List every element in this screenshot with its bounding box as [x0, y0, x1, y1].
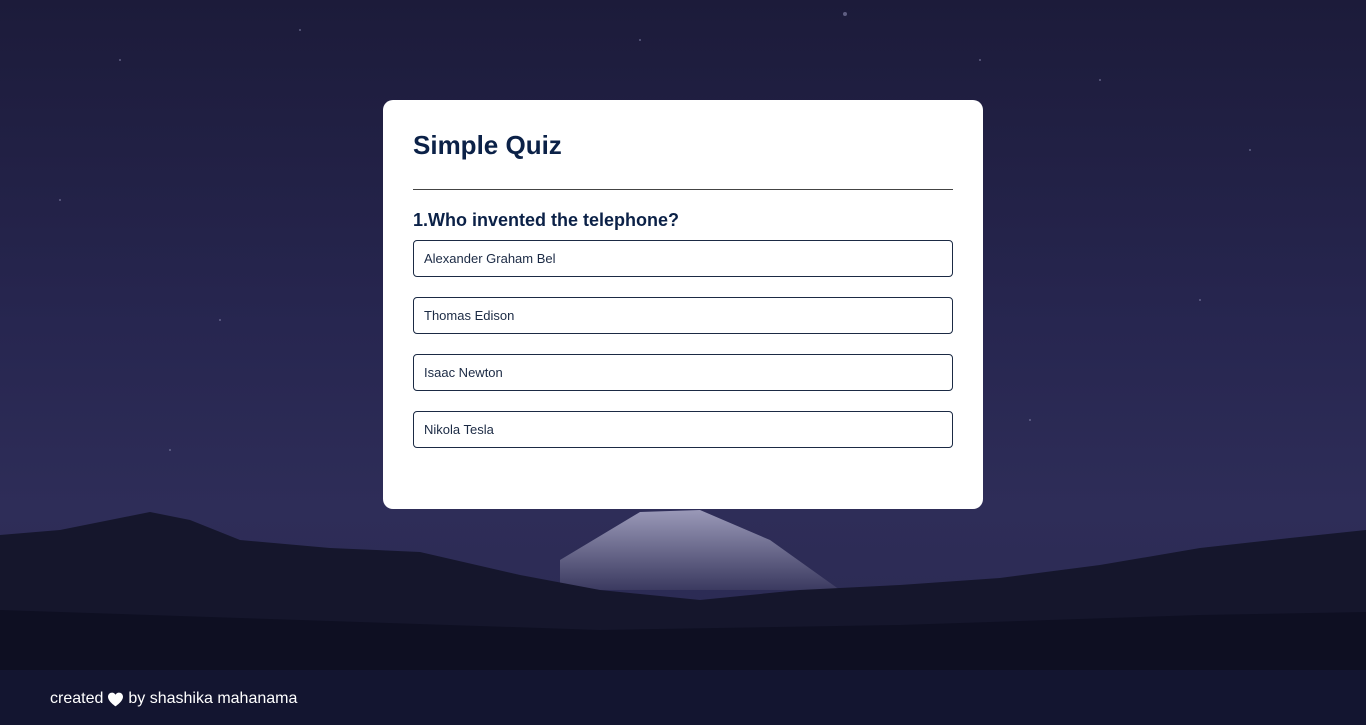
quiz-title: Simple Quiz: [413, 130, 562, 160]
footer-prefix: created: [50, 690, 104, 707]
answer-button[interactable]: Nikola Tesla: [413, 411, 953, 448]
answer-button[interactable]: Alexander Graham Bel: [413, 240, 953, 277]
answer-list: Alexander Graham Bel Thomas Edison Isaac…: [413, 240, 953, 448]
divider: [413, 189, 953, 190]
quiz-card: Simple Quiz 1.Who invented the telephone…: [383, 100, 983, 509]
answer-button[interactable]: Thomas Edison: [413, 297, 953, 334]
footer-suffix: by shashika mahanama: [128, 690, 298, 707]
answer-button[interactable]: Isaac Newton: [413, 354, 953, 391]
question-text: 1.Who invented the telephone?: [413, 210, 680, 230]
footer-credit: created by shashika mahanama: [50, 690, 297, 708]
heart-icon: [107, 692, 124, 707]
